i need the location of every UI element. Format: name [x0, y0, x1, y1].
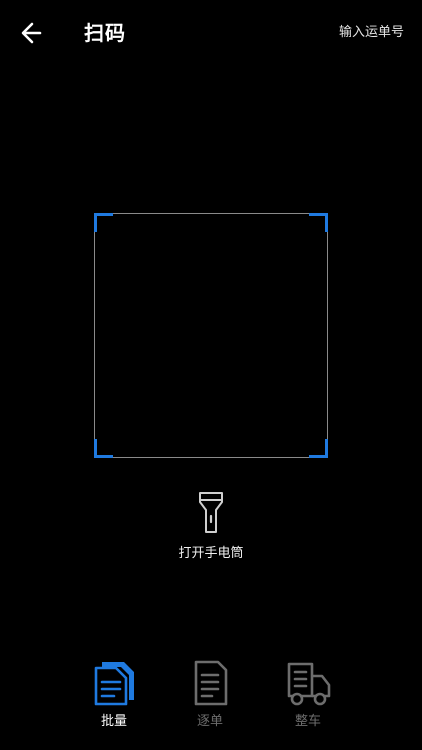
tab-batch-label: 批量 [100, 714, 127, 729]
document-icon [194, 660, 228, 706]
enter-waybill-button[interactable]: 输入运单号 [339, 22, 404, 44]
tab-batch[interactable]: 批量 [78, 658, 150, 738]
arrow-left-icon [21, 22, 42, 44]
flashlight-toggle[interactable]: 打开手电筒 [161, 488, 261, 568]
truck-icon [287, 662, 331, 706]
tab-single-label: 逐单 [196, 714, 223, 729]
scan-corner-bottom-right [309, 439, 328, 458]
flashlight-icon [199, 492, 223, 533]
tab-truck[interactable]: 整车 [272, 658, 344, 738]
documents-stack-icon [94, 662, 134, 706]
scan-corner-bottom-left [94, 439, 113, 458]
scan-mode-nav: 批量 逐单 整车 [0, 650, 422, 750]
tab-single[interactable]: 逐单 [174, 658, 246, 738]
scan-corner-top-right [309, 213, 328, 232]
back-button[interactable] [14, 17, 52, 49]
flashlight-label: 打开手电筒 [178, 546, 244, 561]
top-bar: 扫码 输入运单号 [0, 0, 422, 66]
tab-truck-label: 整车 [294, 714, 321, 729]
scan-frame-border [94, 213, 328, 458]
page-title: 扫码 [84, 21, 126, 45]
scan-frame [94, 213, 328, 458]
scan-corner-top-left [94, 213, 113, 232]
